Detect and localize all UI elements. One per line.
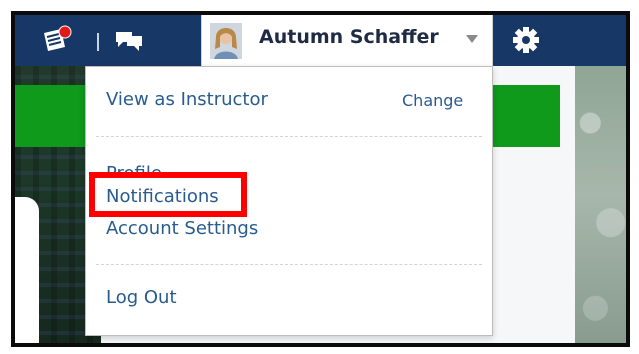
change-role-link[interactable]: Change — [402, 91, 463, 110]
gear-icon[interactable] — [511, 25, 541, 55]
menu-item-account-settings[interactable]: Account Settings — [106, 218, 258, 239]
menu-divider — [96, 264, 482, 265]
notifications-highlight-box — [89, 172, 247, 217]
chat-bubbles-icon[interactable] — [113, 23, 145, 57]
avatar — [210, 23, 242, 59]
menu-item-profile[interactable]: Profile — [106, 159, 162, 173]
screenshot-frame: Autumn Schaffer View as Instructor Chang… — [11, 11, 630, 347]
toolbar-separator — [97, 33, 99, 51]
user-menu-tab[interactable]: Autumn Schaffer — [201, 15, 493, 68]
user-name[interactable]: Autumn Schaffer — [259, 26, 439, 48]
view-as-instructor-label: View as Instructor — [106, 89, 268, 110]
menu-divider — [96, 136, 482, 137]
menu-item-log-out[interactable]: Log Out — [106, 287, 177, 308]
chevron-down-icon[interactable] — [466, 35, 478, 43]
content-card — [15, 197, 39, 343]
notebook-alert-icon[interactable] — [41, 23, 73, 57]
background-photo — [575, 66, 626, 343]
top-navigation-bar: Autumn Schaffer — [15, 15, 626, 68]
